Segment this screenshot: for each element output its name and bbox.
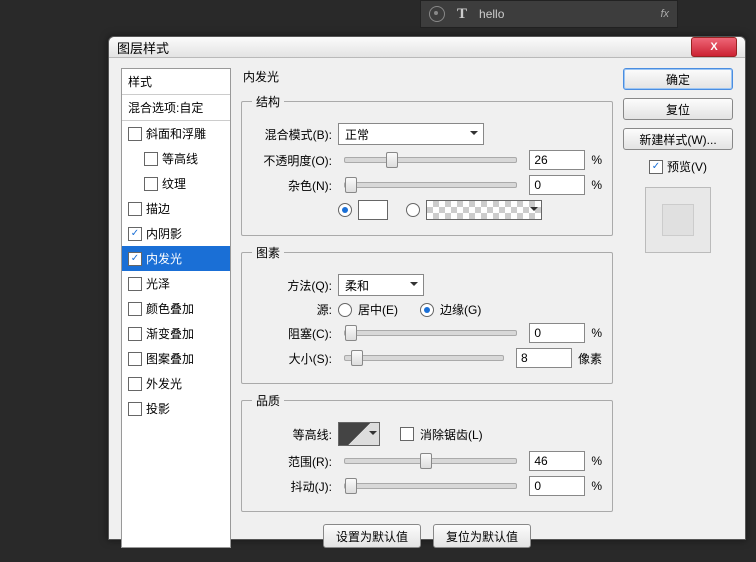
blendmode-label: 混合模式(B):	[252, 126, 332, 143]
technique-select[interactable]: 柔和	[338, 274, 424, 296]
pct-unit: %	[591, 479, 602, 493]
choke-label: 阻塞(C):	[252, 325, 332, 342]
style-item-innerglow[interactable]: ✓内发光	[122, 246, 230, 271]
pct-unit: %	[591, 153, 602, 167]
size-label: 大小(S):	[252, 350, 332, 367]
styles-heading[interactable]: 样式	[122, 69, 230, 95]
opacity-input[interactable]: 26	[529, 150, 585, 170]
checkbox[interactable]	[128, 277, 142, 291]
new-style-button[interactable]: 新建样式(W)...	[623, 128, 733, 150]
quality-group: 品质 等高线: 消除锯齿(L) 范围(R): 46 % 抖动(J):	[241, 392, 613, 512]
jitter-input[interactable]: 0	[529, 476, 585, 496]
source-edge-label[interactable]: 边缘(G)	[440, 301, 481, 318]
checkbox[interactable]	[128, 402, 142, 416]
antialias-label[interactable]: 消除锯齿(L)	[420, 426, 483, 443]
gradient-picker[interactable]	[426, 200, 542, 220]
layer-panel-row[interactable]: T hello fx	[420, 0, 678, 28]
checkbox[interactable]	[128, 202, 142, 216]
opacity-label: 不透明度(O):	[252, 152, 332, 169]
preview-checkbox[interactable]: ✓	[649, 160, 663, 174]
color-swatch[interactable]	[358, 200, 388, 220]
source-center-label[interactable]: 居中(E)	[358, 301, 398, 318]
choke-input[interactable]: 0	[529, 323, 585, 343]
source-edge-radio[interactable]	[420, 303, 434, 317]
style-item-patoverlay[interactable]: 图案叠加	[122, 346, 230, 371]
style-item-innershadow[interactable]: ✓内阴影	[122, 221, 230, 246]
structure-group: 结构 混合模式(B): 正常 不透明度(O): 26 % 杂色(N): 0 %	[241, 93, 613, 236]
elements-group: 图素 方法(Q): 柔和 源: 居中(E) 边缘(G) 阻塞(C): 0	[241, 244, 613, 384]
checkbox[interactable]	[128, 127, 142, 141]
jitter-label: 抖动(J):	[252, 478, 332, 495]
dialog-title: 图层样式	[117, 38, 169, 57]
style-item-dropshadow[interactable]: 投影	[122, 396, 230, 421]
noise-label: 杂色(N):	[252, 177, 332, 194]
antialias-checkbox[interactable]	[400, 427, 414, 441]
noise-input[interactable]: 0	[529, 175, 585, 195]
color-radio[interactable]	[338, 203, 352, 217]
structure-legend: 结构	[252, 93, 284, 110]
layer-name[interactable]: hello	[479, 7, 504, 21]
style-item-contour[interactable]: 等高线	[122, 146, 230, 171]
size-input[interactable]: 8	[516, 348, 572, 368]
range-label: 范围(R):	[252, 453, 332, 470]
checkbox[interactable]	[128, 302, 142, 316]
checkbox[interactable]	[128, 377, 142, 391]
checkbox[interactable]	[128, 327, 142, 341]
set-default-button[interactable]: 设置为默认值	[323, 524, 421, 548]
fx-badge[interactable]: fx	[660, 8, 669, 20]
contour-picker[interactable]	[338, 422, 380, 446]
styles-list: 样式 混合选项:自定 斜面和浮雕 等高线 纹理 描边 ✓内阴影 ✓内发光 光泽 …	[121, 68, 231, 548]
source-center-radio[interactable]	[338, 303, 352, 317]
checkbox[interactable]	[144, 152, 158, 166]
preview-label[interactable]: 预览(V)	[667, 158, 707, 175]
pct-unit: %	[591, 178, 602, 192]
quality-legend: 品质	[252, 392, 284, 409]
checkbox[interactable]	[128, 352, 142, 366]
style-item-bevel[interactable]: 斜面和浮雕	[122, 121, 230, 146]
noise-slider[interactable]	[344, 182, 517, 188]
style-item-outerglow[interactable]: 外发光	[122, 371, 230, 396]
opacity-slider[interactable]	[344, 157, 517, 163]
text-layer-icon: T	[457, 6, 467, 23]
choke-slider[interactable]	[344, 330, 517, 336]
panel-title: 内发光	[243, 68, 613, 85]
style-item-gradoverlay[interactable]: 渐变叠加	[122, 321, 230, 346]
style-item-texture[interactable]: 纹理	[122, 171, 230, 196]
technique-label: 方法(Q):	[252, 277, 332, 294]
checkbox[interactable]	[144, 177, 158, 191]
jitter-slider[interactable]	[344, 483, 517, 489]
checkbox[interactable]: ✓	[128, 252, 142, 266]
visibility-eye-icon[interactable]	[429, 6, 445, 22]
range-slider[interactable]	[344, 458, 517, 464]
contour-label: 等高线:	[252, 426, 332, 443]
elements-legend: 图素	[252, 244, 284, 261]
size-slider[interactable]	[344, 355, 504, 361]
dialog-titlebar[interactable]: 图层样式 X	[109, 37, 745, 58]
cancel-button[interactable]: 复位	[623, 98, 733, 120]
reset-default-button[interactable]: 复位为默认值	[433, 524, 531, 548]
range-input[interactable]: 46	[529, 451, 585, 471]
pct-unit: %	[591, 326, 602, 340]
pct-unit: %	[591, 454, 602, 468]
style-item-coloroverlay[interactable]: 颜色叠加	[122, 296, 230, 321]
style-item-satin[interactable]: 光泽	[122, 271, 230, 296]
preview-swatch	[645, 187, 711, 253]
close-button[interactable]: X	[691, 37, 737, 57]
blend-options-item[interactable]: 混合选项:自定	[122, 95, 230, 121]
style-item-stroke[interactable]: 描边	[122, 196, 230, 221]
layer-style-dialog: 图层样式 X 样式 混合选项:自定 斜面和浮雕 等高线 纹理 描边 ✓内阴影 ✓…	[108, 36, 746, 540]
source-label: 源:	[252, 301, 332, 318]
blendmode-select[interactable]: 正常	[338, 123, 484, 145]
gradient-radio[interactable]	[406, 203, 420, 217]
px-unit: 像素	[578, 350, 602, 367]
checkbox[interactable]: ✓	[128, 227, 142, 241]
ok-button[interactable]: 确定	[623, 68, 733, 90]
